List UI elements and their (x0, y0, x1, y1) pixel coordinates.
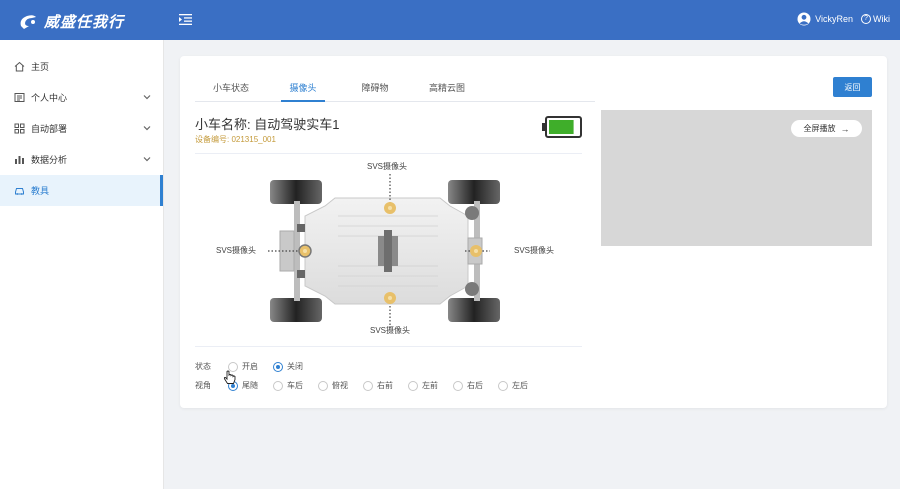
sidebar-item-deploy[interactable]: 自动部署 (0, 113, 163, 144)
option-label: 开启 (242, 362, 258, 371)
status-option-off[interactable]: 关闭 (273, 361, 303, 372)
tab-obstacles[interactable]: 障碍物 (339, 76, 411, 101)
video-player[interactable]: 全屏播放 → (601, 110, 872, 246)
camera-label-left[interactable]: SVS摄像头 (216, 245, 256, 256)
radio[interactable] (273, 380, 283, 391)
option-label: 俯视 (332, 381, 348, 390)
sidebar-item-analytics[interactable]: 数据分析 (0, 144, 163, 175)
divider (195, 153, 582, 154)
profile-icon (14, 93, 25, 102)
radio[interactable] (363, 380, 373, 391)
chevron-down-icon (143, 157, 151, 162)
menu-collapse-icon[interactable] (179, 13, 192, 26)
tab-car-status[interactable]: 小车状态 (195, 76, 267, 101)
view-option-rear[interactable]: 车后 (273, 380, 303, 391)
view-option-front-left[interactable]: 左前 (408, 380, 438, 391)
status-radio-group: 状态 开启 关闭 (195, 361, 318, 372)
main-card: 小车状态 摄像头 障碍物 高精云图 返回 小车名称: 自动驾驶实车1 设备编号:… (180, 56, 887, 408)
camera-label-front[interactable]: SVS摄像头 (367, 161, 407, 172)
option-label: 左前 (422, 381, 438, 390)
battery-icon (542, 116, 582, 138)
radio[interactable] (453, 380, 463, 391)
option-label: 右后 (467, 381, 483, 390)
home-icon (14, 61, 25, 72)
sidebar: 主页 个人中心 自动部署 数据分析 教具 (0, 40, 164, 489)
app-name: 威盛任我行 (44, 14, 125, 31)
radio-selected[interactable] (273, 361, 283, 372)
view-option-rear-left[interactable]: 左后 (498, 380, 528, 391)
top-bar: 威盛任我行 VickyRen ? Wiki (0, 0, 900, 40)
fullscreen-label: 全屏播放 (803, 124, 836, 133)
radio[interactable] (408, 380, 418, 391)
back-button[interactable]: 返回 (833, 77, 872, 97)
tab-camera[interactable]: 摄像头 (267, 76, 339, 102)
view-option-front-right[interactable]: 右前 (363, 380, 393, 391)
sidebar-item-label: 主页 (31, 62, 50, 72)
sidebar-item-profile[interactable]: 个人中心 (0, 82, 163, 113)
car-name: 小车名称: 自动驾驶实车1 (195, 117, 340, 132)
avatar-icon[interactable] (797, 12, 811, 26)
user-name[interactable]: VickyRen (815, 14, 853, 24)
option-label: 左后 (512, 381, 528, 390)
sidebar-item-home[interactable]: 主页 (0, 51, 163, 82)
camera-label-right[interactable]: SVS摄像头 (514, 245, 554, 256)
chevron-down-icon (143, 95, 151, 100)
sidebar-item-label: 个人中心 (31, 93, 68, 103)
view-option-top[interactable]: 俯视 (318, 380, 348, 391)
tab-hd-map[interactable]: 高精云图 (411, 76, 483, 101)
radio[interactable] (498, 380, 508, 391)
sidebar-item-label: 自动部署 (31, 124, 68, 134)
user-area: VickyRen ? Wiki (797, 12, 890, 26)
option-label: 关闭 (287, 362, 303, 371)
device-id: 设备编号: 021315_001 (195, 135, 276, 144)
car-icon (15, 188, 24, 195)
tab-bar: 小车状态 摄像头 障碍物 高精云图 (195, 76, 595, 102)
hand-cursor-icon (223, 370, 236, 384)
sidebar-item-label: 数据分析 (31, 155, 68, 165)
divider (195, 346, 582, 347)
app-logo[interactable]: 威盛任我行 (18, 11, 124, 32)
chart-icon (15, 156, 24, 164)
fullscreen-button[interactable]: 全屏播放 → (791, 120, 862, 137)
apps-icon (14, 123, 25, 134)
sidebar-item-label: 教具 (31, 186, 50, 196)
chevron-down-icon (143, 126, 151, 131)
logo-icon (20, 14, 36, 29)
view-option-rear-right[interactable]: 右后 (453, 380, 483, 391)
wiki-link[interactable]: ? Wiki (861, 14, 890, 24)
arrow-right-icon: → (840, 123, 850, 134)
radio[interactable] (318, 380, 328, 391)
sidebar-item-teaching-aids[interactable]: 教具 (0, 175, 163, 206)
car-diagram: SVS摄像头 SVS摄像头 SVS摄像头 SVS摄像头 (210, 156, 570, 346)
help-icon: ? (861, 14, 871, 24)
camera-label-rear[interactable]: SVS摄像头 (370, 325, 410, 336)
wiki-label: Wiki (873, 14, 890, 24)
option-label: 尾随 (242, 381, 258, 390)
option-label: 右前 (377, 381, 393, 390)
view-radio-group: 视角 尾随 车后 俯视 右前 左前 右后 左后 (195, 380, 543, 391)
option-label: 车后 (287, 381, 303, 390)
